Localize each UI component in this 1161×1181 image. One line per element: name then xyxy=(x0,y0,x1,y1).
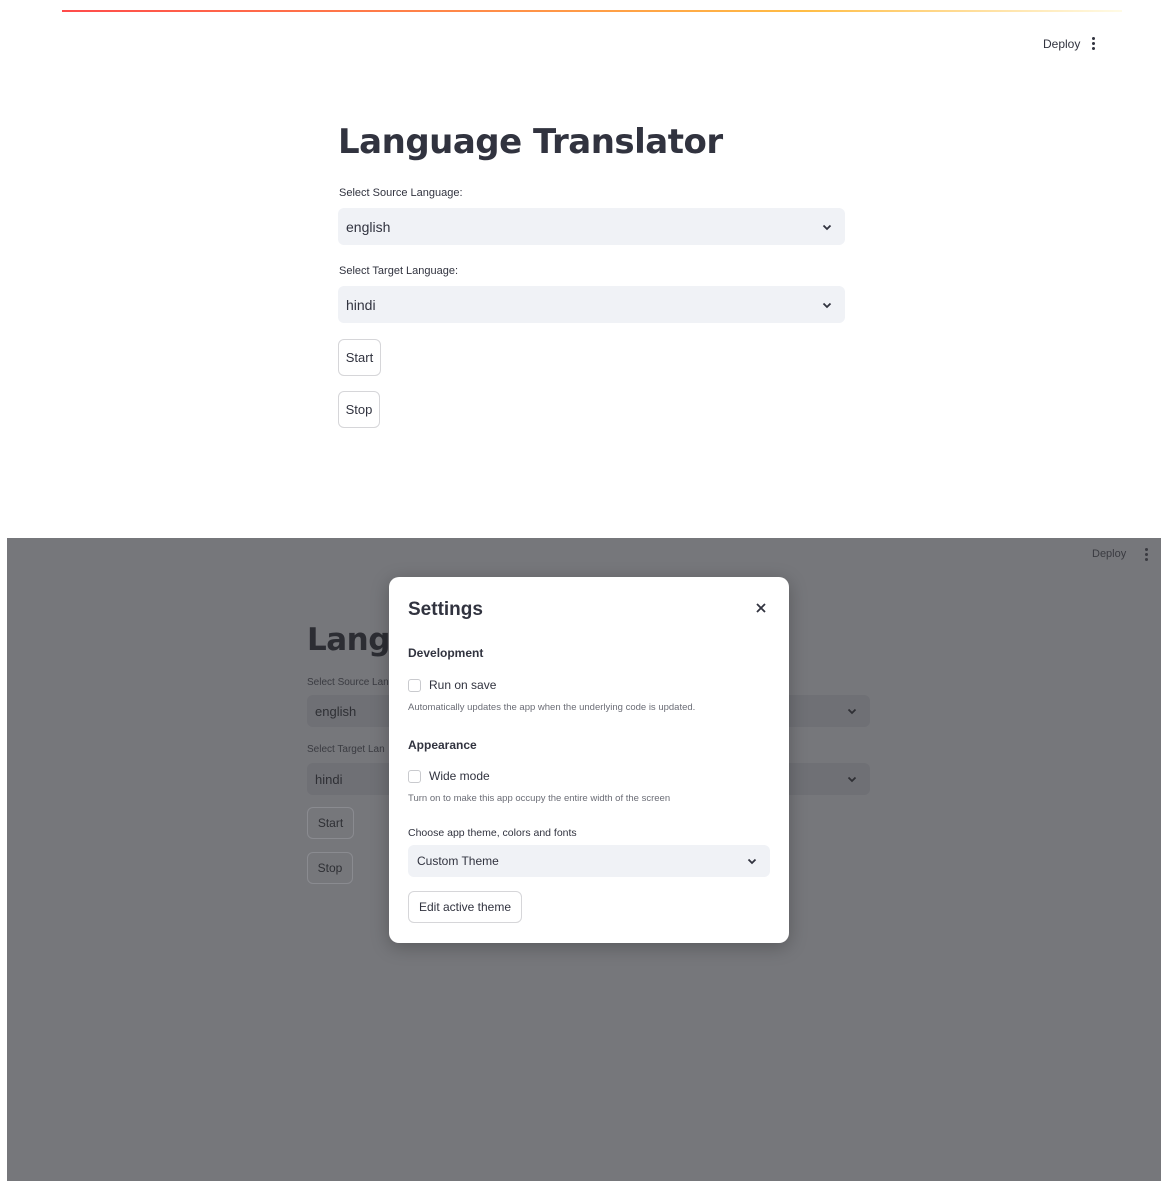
header-decoration-line xyxy=(62,10,1122,12)
run-on-save-help: Automatically updates the app when the u… xyxy=(408,702,696,713)
main-menu-icon[interactable] xyxy=(1141,548,1151,564)
close-icon[interactable] xyxy=(755,602,767,614)
start-button-dimmed[interactable]: Start xyxy=(307,807,354,839)
edit-active-theme-button[interactable]: Edit active theme xyxy=(408,891,522,923)
start-button[interactable]: Start xyxy=(338,339,381,376)
target-language-value: hindi xyxy=(346,296,376,313)
settings-dialog: Settings Development Run on save Automat… xyxy=(389,577,789,943)
app-screenshot-settings-open: Deploy Langu Select Source Lan english S… xyxy=(7,538,1161,1181)
wide-mode-help: Turn on to make this app occupy the enti… xyxy=(408,793,671,804)
appearance-heading: Appearance xyxy=(408,738,477,752)
stop-button[interactable]: Stop xyxy=(338,391,380,428)
theme-select[interactable]: Custom Theme xyxy=(408,845,770,877)
source-language-label: Select Source Language: xyxy=(339,187,463,199)
chevron-down-icon xyxy=(847,776,857,783)
page-title: Language Translator xyxy=(338,122,723,162)
chevron-down-icon xyxy=(822,302,832,308)
chevron-down-icon xyxy=(847,708,857,715)
source-language-select[interactable]: english xyxy=(338,208,845,245)
stop-button-dimmed[interactable]: Stop xyxy=(307,852,353,884)
development-heading: Development xyxy=(408,646,484,660)
deploy-button[interactable]: Deploy xyxy=(1043,37,1080,51)
deploy-button[interactable]: Deploy xyxy=(1092,548,1126,560)
theme-value: Custom Theme xyxy=(417,854,499,868)
wide-mode-label: Wide mode xyxy=(429,769,490,783)
theme-label: Choose app theme, colors and fonts xyxy=(408,827,577,839)
chevron-down-icon xyxy=(747,858,757,865)
target-language-label: Select Target Language: xyxy=(339,265,459,277)
run-on-save-checkbox[interactable]: Run on save xyxy=(408,678,496,692)
target-language-select[interactable]: hindi xyxy=(338,286,845,323)
source-language-value: english xyxy=(315,703,357,719)
app-screenshot-normal: Deploy Language Translator Select Source… xyxy=(0,0,1161,538)
checkbox-icon[interactable] xyxy=(408,678,421,692)
settings-title: Settings xyxy=(408,599,483,620)
main-menu-icon[interactable] xyxy=(1088,37,1098,53)
chevron-down-icon xyxy=(822,224,832,230)
source-language-label-dimmed: Select Source Lan xyxy=(307,677,389,688)
checkbox-icon[interactable] xyxy=(408,769,421,783)
source-language-value: english xyxy=(346,218,391,235)
run-on-save-label: Run on save xyxy=(429,678,497,692)
target-language-label-dimmed: Select Target Lan xyxy=(307,744,385,755)
target-language-value: hindi xyxy=(315,771,343,787)
wide-mode-checkbox[interactable]: Wide mode xyxy=(408,769,490,783)
